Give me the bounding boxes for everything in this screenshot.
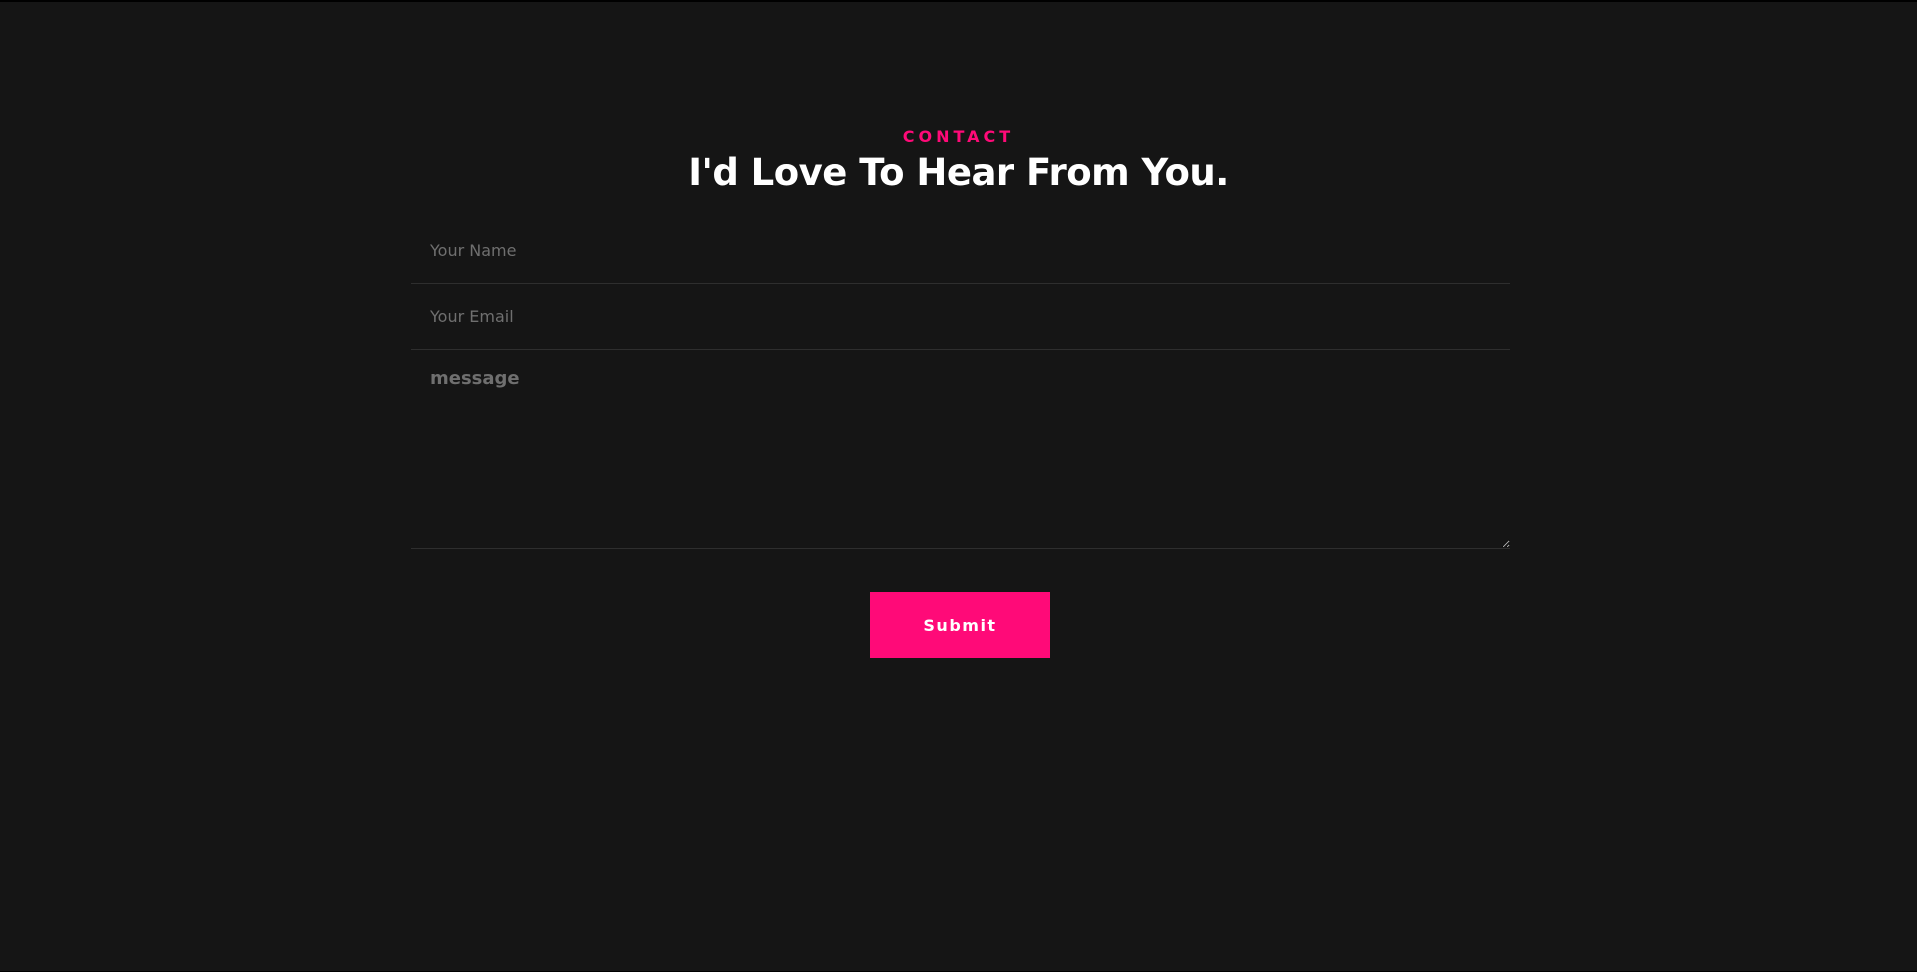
contact-form [411, 218, 1510, 549]
email-input[interactable] [411, 284, 1510, 350]
submit-button[interactable]: Submit [870, 592, 1050, 658]
section-eyebrow: CONTACT [902, 127, 1015, 146]
section-title: I'd Love To Hear From You. [688, 151, 1229, 194]
name-input[interactable] [411, 218, 1510, 284]
contact-section: CONTACT I'd Love To Hear From You. Submi… [0, 2, 1917, 971]
message-textarea[interactable] [411, 350, 1510, 549]
